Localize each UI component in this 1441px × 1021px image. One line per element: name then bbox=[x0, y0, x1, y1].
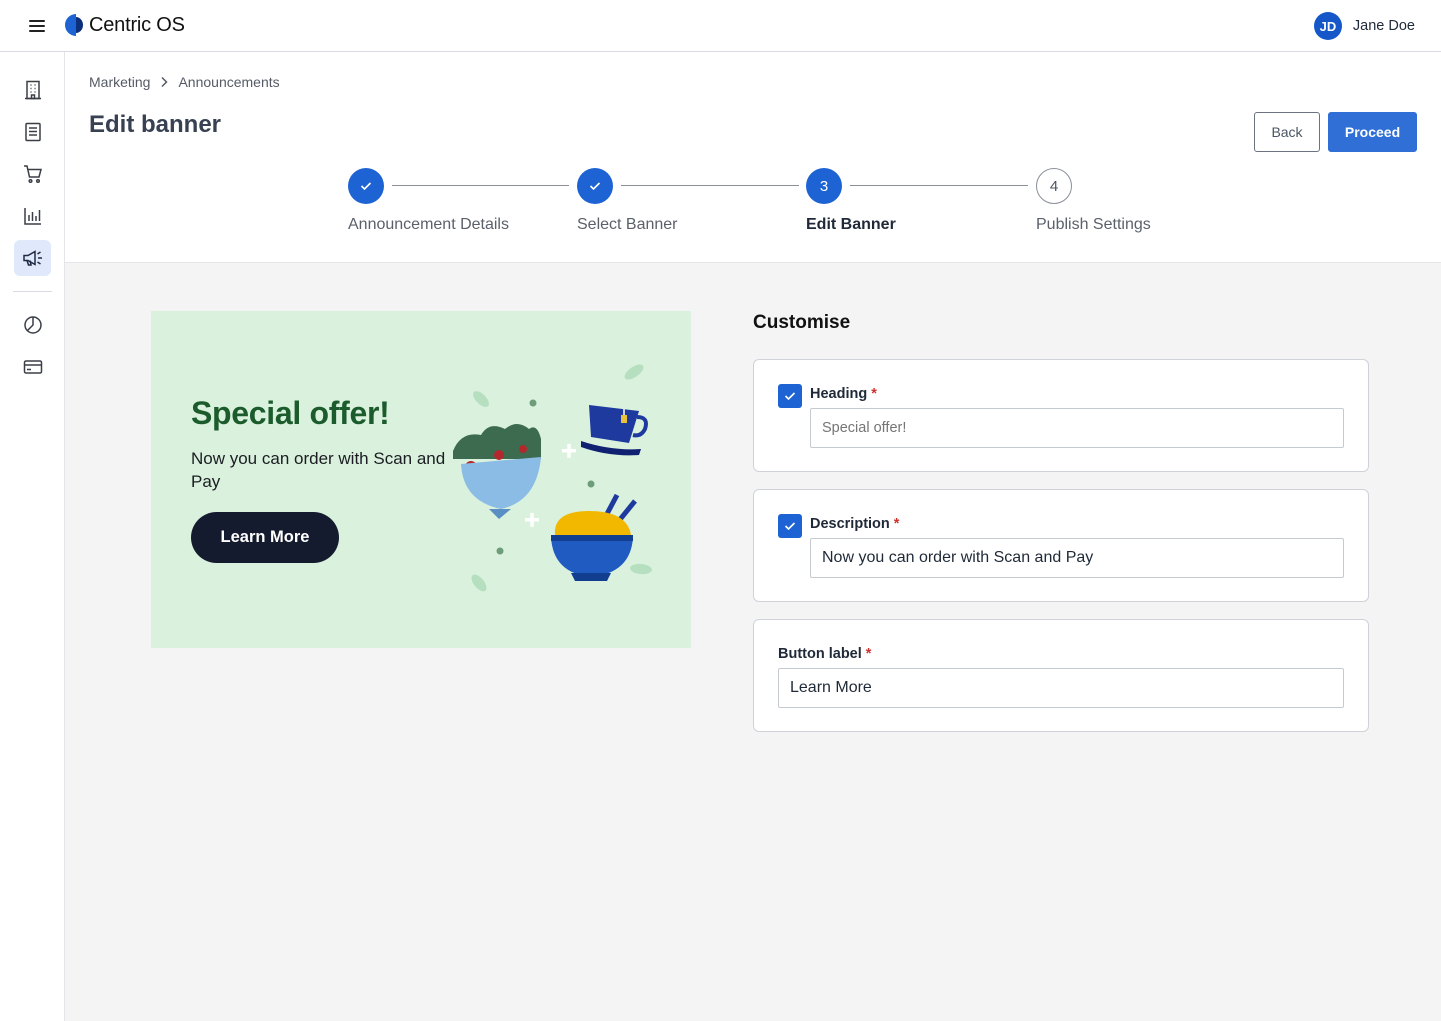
document-icon bbox=[24, 122, 41, 142]
step-1-label[interactable]: Announcement Details bbox=[348, 216, 509, 234]
step-2-indicator[interactable] bbox=[577, 168, 613, 204]
required-marker: * bbox=[893, 516, 900, 532]
banner-learn-more-button[interactable]: Learn More bbox=[191, 512, 339, 563]
check-icon bbox=[784, 522, 796, 531]
sidebar bbox=[0, 52, 65, 1021]
breadcrumb-announcements[interactable]: Announcements bbox=[178, 74, 279, 90]
avatar: JD bbox=[1313, 12, 1342, 40]
required-marker: * bbox=[865, 646, 872, 662]
sidebar-item-marketing[interactable] bbox=[14, 240, 51, 276]
centric-logo-icon bbox=[64, 13, 86, 37]
stepper: Announcement Details Select Banner 3 Edi… bbox=[65, 168, 1441, 238]
check-icon bbox=[360, 182, 372, 191]
step-connector bbox=[392, 185, 569, 186]
description-card: Description * bbox=[753, 489, 1369, 602]
breadcrumb-marketing[interactable]: Marketing bbox=[89, 74, 150, 90]
description-label-text: Description bbox=[810, 516, 890, 532]
heading-card: Heading * bbox=[753, 359, 1369, 472]
step-connector bbox=[621, 185, 799, 186]
page-header: Marketing Announcements Edit banner Back… bbox=[65, 52, 1441, 263]
banner-preview: Special offer! Now you can order with Sc… bbox=[151, 311, 691, 648]
button-label-label-text: Button label bbox=[778, 646, 862, 662]
customise-title: Customise bbox=[753, 312, 851, 333]
step-4-label[interactable]: Publish Settings bbox=[1036, 216, 1151, 234]
app-name: Centric OS bbox=[89, 13, 185, 36]
sidebar-divider bbox=[13, 291, 52, 292]
app-logo[interactable]: Centric OS bbox=[64, 12, 185, 38]
step-3-indicator[interactable]: 3 bbox=[806, 168, 842, 204]
check-icon bbox=[784, 392, 796, 401]
sidebar-item-analytics[interactable] bbox=[14, 307, 51, 343]
building-icon bbox=[24, 80, 41, 100]
user-name: Jane Doe bbox=[1352, 18, 1415, 34]
heading-label-text: Heading bbox=[810, 386, 868, 402]
heading-checkbox[interactable] bbox=[778, 384, 802, 408]
button-label-label: Button label * bbox=[778, 646, 871, 662]
food-illustration-icon bbox=[453, 364, 652, 592]
step-1-indicator[interactable] bbox=[348, 168, 384, 204]
sidebar-item-documents[interactable] bbox=[14, 114, 51, 150]
bar-chart-icon bbox=[23, 208, 41, 225]
description-label: Description * bbox=[810, 516, 899, 532]
breadcrumb: Marketing Announcements bbox=[89, 74, 280, 90]
description-input[interactable] bbox=[810, 538, 1344, 578]
sidebar-item-payments[interactable] bbox=[14, 349, 51, 385]
top-bar: Centric OS JD Jane Doe bbox=[0, 0, 1441, 52]
step-4-indicator[interactable]: 4 bbox=[1036, 168, 1072, 204]
pie-chart-icon bbox=[23, 316, 42, 334]
credit-card-icon bbox=[23, 360, 42, 374]
sidebar-item-reports[interactable] bbox=[14, 198, 51, 234]
banner-description: Now you can order with Scan and Pay bbox=[191, 449, 446, 491]
description-checkbox[interactable] bbox=[778, 514, 802, 538]
heading-label: Heading * bbox=[810, 386, 877, 402]
banner-heading: Special offer! bbox=[191, 395, 390, 431]
sidebar-item-sites[interactable] bbox=[14, 72, 51, 108]
step-2-label[interactable]: Select Banner bbox=[577, 216, 678, 234]
required-marker: * bbox=[871, 386, 877, 402]
heading-input[interactable] bbox=[810, 408, 1344, 448]
step-connector bbox=[850, 185, 1028, 186]
button-label-input[interactable] bbox=[778, 668, 1344, 708]
sidebar-item-orders[interactable] bbox=[14, 156, 51, 192]
back-button[interactable]: Back bbox=[1254, 112, 1320, 152]
check-icon bbox=[589, 182, 601, 191]
user-menu[interactable]: JD Jane Doe bbox=[1313, 12, 1415, 40]
cart-icon bbox=[23, 165, 42, 184]
button-label-card: Button label * bbox=[753, 619, 1369, 732]
chevron-right-icon bbox=[160, 76, 169, 88]
step-3-label[interactable]: Edit Banner bbox=[806, 216, 896, 234]
hamburger-menu-icon[interactable] bbox=[26, 17, 48, 35]
megaphone-icon bbox=[22, 250, 42, 266]
page-title: Edit banner bbox=[89, 111, 222, 138]
proceed-button[interactable]: Proceed bbox=[1328, 112, 1417, 152]
